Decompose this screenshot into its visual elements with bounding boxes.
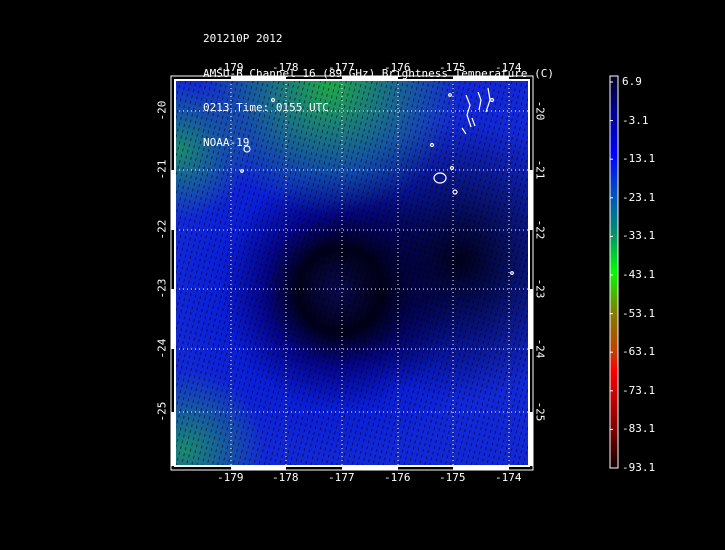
lat-label-right: -22 [533, 219, 547, 240]
colorbar-label: -83.1 [622, 422, 656, 436]
lon-label-bottom: -175 [439, 471, 466, 484]
colorbar-label: -13.1 [622, 152, 656, 166]
colorbar-label: 6.9 [622, 75, 642, 88]
lon-label-bottom: -176 [384, 471, 411, 484]
lon-label-top: -175 [439, 61, 466, 74]
lon-label-top: -176 [384, 61, 411, 74]
colorbar-label: -73.1 [622, 383, 656, 397]
lat-label-left: -20 [155, 100, 169, 121]
lon-label-bottom: -178 [272, 471, 299, 484]
lon-label-top: -177 [328, 61, 355, 74]
lon-label-top: -179 [217, 61, 244, 74]
lon-label-bottom: -179 [217, 471, 244, 484]
lat-label-right: -24 [533, 338, 547, 359]
colorbar-label: -3.1 [622, 113, 649, 127]
colorbar-label: -93.1 [622, 461, 656, 474]
lat-label-left: -25 [155, 401, 169, 422]
colorbar-label: -63.1 [622, 345, 656, 359]
lat-label-left: -23 [155, 278, 169, 299]
lat-label-right: -20 [533, 100, 547, 121]
lat-label-left: -21 [155, 159, 169, 180]
title-line-satellite: NOAA-19 [203, 135, 250, 149]
lon-label-top: -178 [272, 61, 299, 74]
colorbar-label: -43.1 [622, 268, 656, 281]
colorbar-label: -33.1 [622, 229, 656, 243]
colorbar-label: -23.1 [622, 190, 656, 204]
lat-label-left: -24 [155, 338, 169, 359]
colorbar-label: -53.1 [622, 306, 656, 320]
title-line-storm: 201210P 2012 [203, 32, 283, 45]
lat-label-left: -22 [155, 219, 169, 240]
lat-label-right: -21 [533, 159, 547, 180]
lat-label-right: -23 [533, 278, 547, 299]
title-line-time: 0213 Time: 0155 UTC [203, 101, 329, 114]
lon-label-bottom: -177 [328, 471, 355, 484]
image-title: 201210P 2012 AMSU-B Channel 16 (89 GHz) … [203, 10, 554, 160]
lat-label-right: -25 [533, 401, 547, 422]
lon-label-top: -174 [495, 61, 522, 74]
colorbar [609, 75, 619, 469]
lon-label-bottom: -174 [495, 471, 522, 484]
